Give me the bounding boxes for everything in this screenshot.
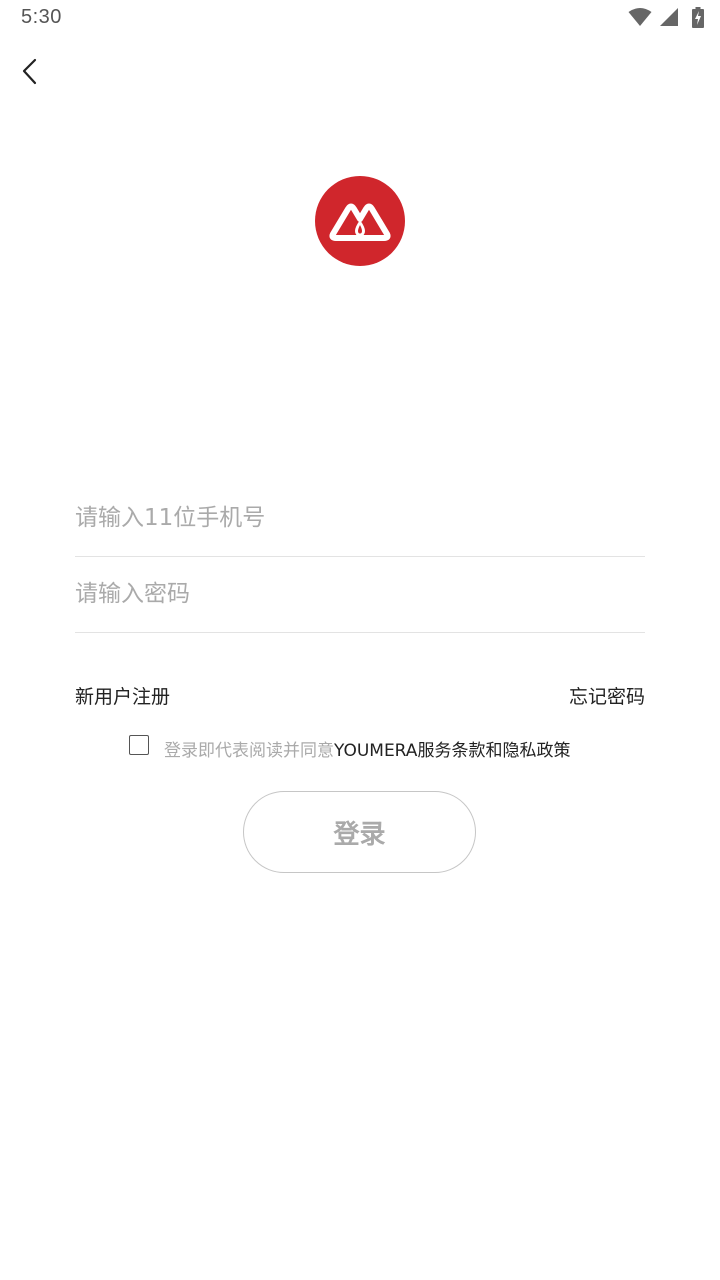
wifi-icon [628, 8, 652, 26]
app-logo [315, 176, 405, 266]
chevron-left-icon [22, 58, 37, 85]
battery-charging-icon [692, 7, 704, 28]
agreement-text: 登录即代表阅读并同意YOUMERA服务条款和隐私政策 [164, 736, 570, 761]
login-screen: 5:30 请输入11位手机号 新用户注册 忘记密码 登录即代表阅读并同意YOUM… [0, 0, 720, 1280]
password-field [75, 557, 645, 633]
password-input[interactable] [75, 557, 645, 631]
status-time: 5:30 [21, 6, 62, 28]
phone-input[interactable] [75, 481, 645, 555]
terms-privacy-link[interactable]: YOUMERA服务条款和隐私政策 [334, 741, 570, 761]
login-button[interactable]: 登录 [243, 791, 476, 873]
agreement-checkbox[interactable] [129, 735, 149, 755]
youmera-logo-icon [329, 203, 391, 241]
signal-icon [660, 8, 678, 26]
phone-field [75, 481, 645, 557]
back-button[interactable] [12, 52, 52, 92]
forgot-password-link[interactable]: 忘记密码 [569, 682, 645, 709]
status-bar: 5:30 [0, 0, 720, 38]
agreement-prefix: 登录即代表阅读并同意 [164, 741, 334, 761]
register-link[interactable]: 新用户注册 [75, 682, 170, 709]
